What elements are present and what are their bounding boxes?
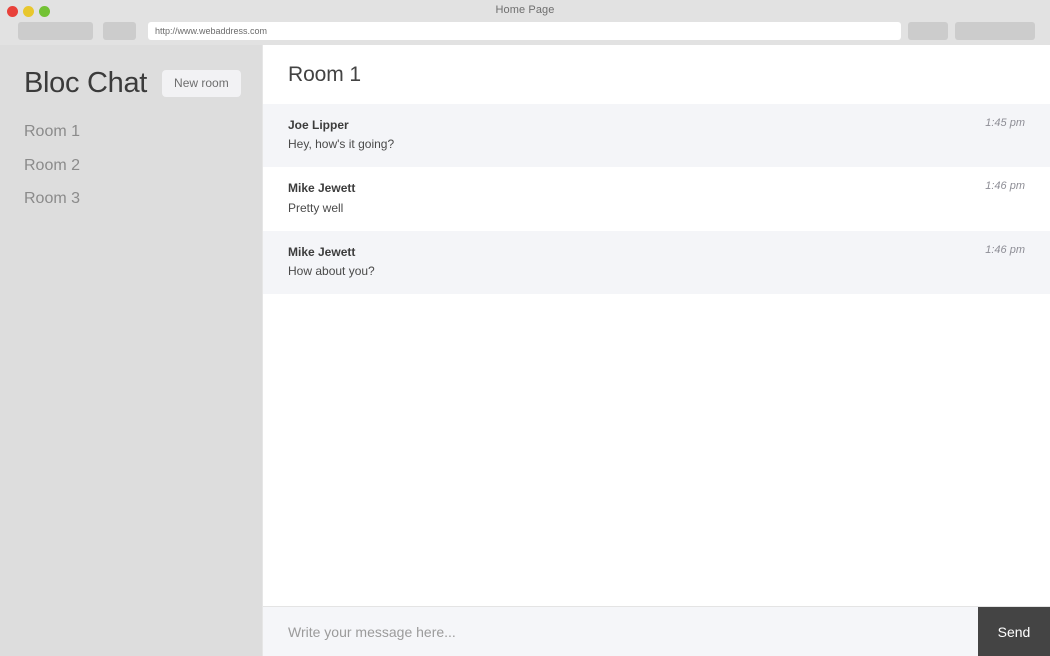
browser-titlebar: Home Page (0, 0, 1050, 22)
browser-chrome: Home Page http://www.webaddress.com (0, 0, 1050, 45)
sidebar-item-room-1[interactable]: Room 1 (0, 115, 262, 149)
message-text: Hey, how's it going? (288, 137, 395, 152)
message-row: Joe Lipper Hey, how's it going? 1:45 pm (263, 104, 1050, 168)
message-author: Mike Jewett (288, 181, 356, 196)
message-author: Joe Lipper (288, 118, 349, 132)
toolbar-button-placeholder-b[interactable] (955, 22, 1035, 40)
message-author: Mike Jewett (288, 244, 356, 259)
new-room-button[interactable]: New room (162, 70, 241, 97)
sidebar-header: Bloc Chat New room (0, 45, 262, 98)
room-header: Room 1 (263, 45, 1050, 104)
room-list: Room 1 Room 2 Room 3 (0, 115, 262, 216)
toolbar-button-placeholder-a[interactable] (908, 22, 948, 40)
sidebar-item-room-3[interactable]: Room 3 (0, 182, 262, 216)
app-brand-title: Bloc Chat (24, 67, 148, 99)
page-title: Room 1 (288, 62, 361, 86)
browser-toolbar: http://www.webaddress.com (0, 22, 1050, 45)
sidebar: Bloc Chat New room Room 1 Room 2 Room 3 (0, 45, 262, 656)
send-button[interactable]: Send (978, 607, 1050, 656)
nav-buttons-placeholder[interactable] (18, 22, 93, 40)
message-timestamp: 1:46 pm (985, 180, 1025, 193)
main-panel: Room 1 Joe Lipper Hey, how's it going? 1… (262, 45, 1050, 656)
sidebar-item-room-2[interactable]: Room 2 (0, 149, 262, 183)
url-text: http://www.webaddress.com (155, 26, 268, 36)
message-input[interactable] (263, 607, 978, 656)
url-bar[interactable]: http://www.webaddress.com (148, 22, 901, 40)
message-row: Mike Jewett How about you? 1:46 pm (263, 230, 1050, 295)
reload-button-placeholder[interactable] (103, 22, 136, 40)
message-list[interactable]: Joe Lipper Hey, how's it going? 1:45 pm … (263, 104, 1050, 606)
message-text: Pretty well (288, 200, 344, 215)
app-container: Bloc Chat New room Room 1 Room 2 Room 3 … (0, 45, 1050, 656)
message-timestamp: 1:45 pm (985, 117, 1025, 129)
message-composer: Send (263, 606, 1050, 656)
window-title: Home Page (495, 4, 555, 16)
message-text: How about you? (288, 264, 375, 279)
message-row: Mike Jewett Pretty well 1:46 pm (263, 167, 1050, 231)
message-timestamp: 1:46 pm (985, 243, 1025, 256)
